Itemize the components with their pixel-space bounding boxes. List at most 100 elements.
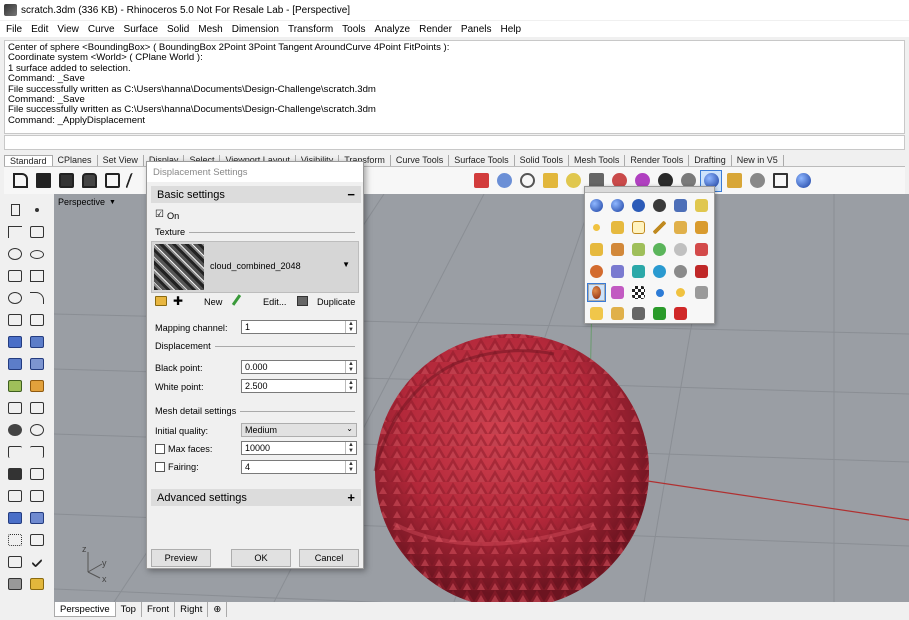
tool-blue-point-icon[interactable]	[494, 171, 514, 191]
brush-icon[interactable]	[609, 284, 626, 301]
array-icon[interactable]	[6, 532, 24, 548]
lights-icon[interactable]	[28, 576, 46, 592]
select-arrow-icon[interactable]	[6, 202, 24, 218]
print-icon[interactable]	[79, 171, 99, 191]
tool-light-icon[interactable]	[563, 171, 583, 191]
tab-curve-tools[interactable]: Curve Tools	[391, 155, 450, 166]
initial-quality-select[interactable]: Medium ⌄	[241, 423, 357, 437]
save-icon[interactable]	[56, 171, 76, 191]
advanced-settings-header[interactable]: Advanced settings +	[151, 489, 361, 506]
edit-button[interactable]: Edit...	[263, 297, 287, 307]
tab-render-tools[interactable]: Render Tools	[625, 155, 690, 166]
cancel-button[interactable]: Cancel	[299, 549, 359, 567]
dropdown-arrow-icon[interactable]: ▼	[342, 260, 350, 269]
render-flag-icon[interactable]	[693, 197, 710, 214]
tab-right[interactable]: Right	[175, 602, 209, 617]
tab-mesh-tools[interactable]: Mesh Tools	[569, 155, 626, 166]
menu-solid[interactable]: Solid	[167, 24, 189, 35]
mapping-channel-input[interactable]: 1 ▲ ▼	[241, 320, 357, 334]
menu-surface[interactable]: Surface	[124, 24, 158, 35]
black-spinner-icon[interactable]: ▲ ▼	[345, 361, 356, 373]
tool-mesh-icon[interactable]	[770, 171, 790, 191]
ellipse-icon[interactable]	[28, 246, 46, 262]
fairing-input[interactable]: 4 ▲ ▼	[241, 460, 357, 474]
render-preview-sphere-icon[interactable]	[609, 197, 626, 214]
tab-cplanes[interactable]: CPlanes	[53, 155, 98, 166]
polyline-icon[interactable]	[6, 224, 24, 240]
boolean-icon[interactable]	[28, 400, 46, 416]
dimension-icon[interactable]	[6, 400, 24, 416]
tab-drafting[interactable]: Drafting	[689, 155, 732, 166]
tab-standard[interactable]: Standard	[4, 155, 53, 166]
snowflake-icon[interactable]	[609, 305, 626, 322]
curve-cv-icon[interactable]	[28, 224, 46, 240]
max-faces-input[interactable]: 10000 ▲ ▼	[241, 441, 357, 455]
white-point-input[interactable]: 2.500 ▲ ▼	[241, 379, 357, 393]
tool-options-icon[interactable]	[724, 171, 744, 191]
menu-help[interactable]: Help	[501, 24, 522, 35]
trim-icon[interactable]	[6, 444, 24, 460]
apply-displacement-icon[interactable]	[587, 283, 606, 302]
collapse-icon[interactable]: −	[347, 187, 355, 202]
open-file-icon[interactable]	[33, 171, 53, 191]
new-file-icon[interactable]	[10, 171, 30, 191]
cut-icon[interactable]	[124, 171, 146, 191]
command-input[interactable]	[4, 135, 905, 150]
tab-solid-tools[interactable]: Solid Tools	[515, 155, 569, 166]
new-button[interactable]: New	[204, 297, 222, 307]
fairing-checkbox[interactable]	[155, 462, 165, 472]
menu-edit[interactable]: Edit	[31, 24, 48, 35]
texture-mapping-icon[interactable]	[588, 241, 605, 258]
menu-mesh[interactable]: Mesh	[198, 24, 222, 35]
offset-icon[interactable]	[6, 312, 24, 328]
viewport-menu-icon[interactable]: ▼	[109, 199, 116, 206]
arc-icon[interactable]	[6, 290, 24, 306]
light-options-icon[interactable]	[693, 219, 710, 236]
material-editor-icon[interactable]	[609, 241, 626, 258]
render-preview-icon[interactable]	[6, 576, 24, 592]
group-icon[interactable]	[6, 488, 24, 504]
text-icon[interactable]	[6, 466, 24, 482]
viewport-title[interactable]: Perspective ▼	[58, 197, 116, 207]
split-icon[interactable]	[28, 444, 46, 460]
spotlight-icon[interactable]	[672, 219, 689, 236]
layer-icon[interactable]	[6, 554, 24, 570]
expand-icon[interactable]: +	[347, 490, 355, 505]
preview-button[interactable]: Preview	[151, 549, 211, 567]
texture-palette-icon[interactable]	[630, 263, 647, 280]
polygon-icon[interactable]	[6, 268, 24, 284]
check-icon[interactable]	[28, 554, 46, 570]
block-icon[interactable]	[28, 532, 46, 548]
half-sphere-icon[interactable]	[672, 263, 689, 280]
decal-icon[interactable]	[630, 241, 647, 258]
menu-panels[interactable]: Panels	[461, 24, 492, 35]
render-settings-icon[interactable]	[672, 197, 689, 214]
environment-icon[interactable]	[651, 197, 668, 214]
loft-icon[interactable]	[28, 334, 46, 350]
help-icon[interactable]	[793, 171, 813, 191]
popup-grip[interactable]	[585, 187, 714, 193]
ok-button[interactable]: OK	[231, 549, 291, 567]
fillet-icon[interactable]	[28, 290, 46, 306]
fairing-spinner-icon[interactable]: ▲ ▼	[345, 461, 356, 473]
menu-transform[interactable]: Transform	[288, 24, 333, 35]
max-faces-spinner-icon[interactable]: ▲ ▼	[345, 442, 356, 454]
key-icon[interactable]	[672, 284, 689, 301]
sun-icon[interactable]	[672, 241, 689, 258]
add-texture-icon[interactable]: ✚	[173, 295, 183, 307]
black-point-input[interactable]: 0.000 ▲ ▼	[241, 360, 357, 374]
mesh-icon[interactable]	[6, 510, 24, 526]
white-spinner-icon[interactable]: ▲ ▼	[345, 380, 356, 392]
rectangular-light-icon[interactable]	[630, 219, 647, 236]
tool-red-pen-icon[interactable]	[471, 171, 491, 191]
sphere-mapping-icon[interactable]	[651, 263, 668, 280]
mapping-spinner-icon[interactable]: ▲ ▼	[345, 321, 356, 333]
gear-render-icon[interactable]	[609, 263, 626, 280]
point-icon[interactable]	[28, 202, 46, 218]
folder-icon[interactable]	[588, 305, 605, 322]
tool-snap-icon[interactable]	[540, 171, 560, 191]
max-faces-checkbox[interactable]	[155, 444, 165, 454]
analyze-icon[interactable]	[6, 422, 24, 438]
menu-curve[interactable]: Curve	[88, 24, 115, 35]
box-solid-icon[interactable]	[6, 356, 24, 372]
